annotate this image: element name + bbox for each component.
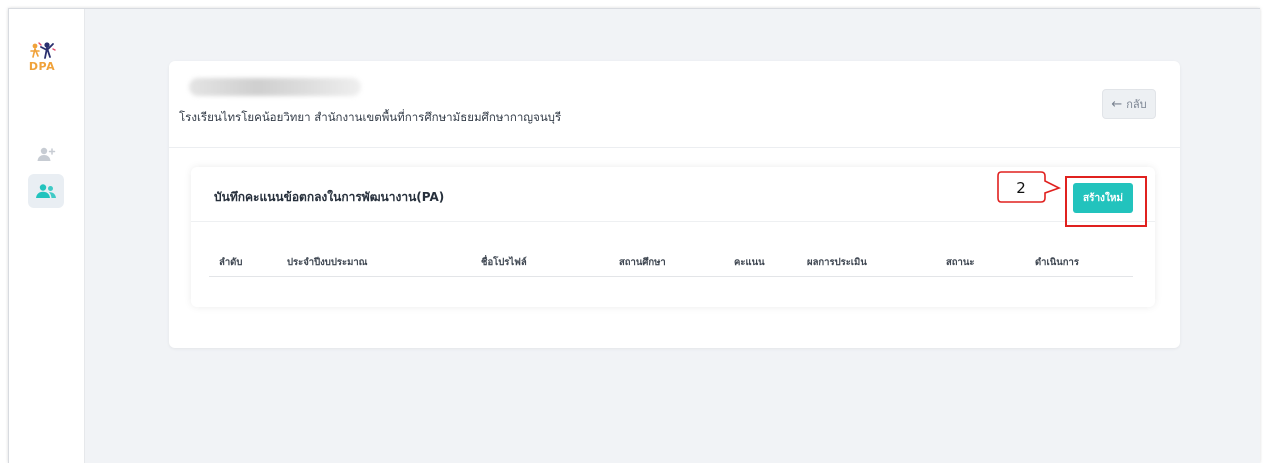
dpa-logo[interactable]: DPA (25, 41, 59, 81)
column-header-status: สถานะ (946, 257, 975, 268)
sidebar-item-add-user[interactable] (28, 137, 64, 171)
redacted-name (189, 78, 361, 96)
column-header-profile-name: ชื่อโปรไฟล์ (481, 257, 527, 268)
back-button-label: กลับ (1126, 98, 1147, 111)
users-icon (36, 184, 56, 198)
school-name: โรงเรียนไทรโยคน้อยวิทยา สำนักงานเขตพื้นท… (179, 110, 562, 124)
sidebar-item-users[interactable] (28, 174, 64, 208)
arrow-left-icon: ← (1111, 96, 1123, 112)
column-header-school: สถานศึกษา (619, 257, 666, 268)
column-header-evaluation-result: ผลการประเมิน (807, 257, 867, 268)
logo-text: DPA (28, 60, 56, 73)
back-button[interactable]: ← กลับ (1102, 89, 1156, 119)
column-header-order: ลำดับ (219, 257, 243, 268)
sidebar: DPA (9, 9, 85, 463)
step-number: 2 (1016, 179, 1026, 197)
header-divider (169, 147, 1180, 148)
column-header-actions: ดำเนินการ (1035, 257, 1079, 268)
column-header-fiscal-year: ประจำปีงบประมาณ (287, 257, 368, 268)
step-callout: 2 (997, 171, 1062, 203)
column-header-score: คะแนน (734, 257, 765, 268)
table-header: ลำดับ ประจำปีงบประมาณ ชื่อโปรไฟล์ สถานศึ… (209, 241, 1133, 277)
panel-title: บันทึกคะแนนข้อตกลงในการพัฒนางาน(PA) (214, 190, 445, 204)
create-button-highlight (1065, 176, 1147, 227)
app-window: DPA โรงเรียนไทรโยคน้อยวิทยา สำนักงานเขตพ… (8, 8, 1260, 463)
add-user-icon (37, 147, 56, 161)
panel-divider (191, 221, 1155, 222)
